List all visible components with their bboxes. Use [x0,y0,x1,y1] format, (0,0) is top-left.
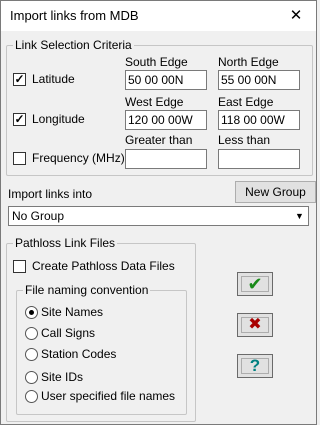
chevron-down-icon[interactable]: ▼ [291,207,308,225]
cancel-button[interactable]: ✖ [237,313,273,337]
dialog-window: Import links from MDB ✕ Link Selection C… [0,0,317,425]
west-edge-label: West Edge [125,95,184,109]
import-into-select[interactable]: No Group ▼ [8,206,309,226]
east-edge-label: East Edge [218,95,274,109]
less-than-label: Less than [218,133,271,147]
x-icon: ✖ [248,316,262,333]
radio-station-codes[interactable] [25,348,38,361]
ok-button[interactable]: ✔ [237,272,273,296]
file-naming-label: File naming convention [23,283,151,297]
site-names-label: Site Names [41,305,104,319]
latitude-label: Latitude [32,72,75,86]
create-pathloss-files-label: Create Pathloss Data Files [32,259,175,273]
radio-site-ids[interactable] [25,371,38,384]
west-edge-field[interactable] [125,110,207,130]
link-selection-criteria-label: Link Selection Criteria [13,38,134,52]
user-specified-label: User specified file names [41,389,176,403]
longitude-label: Longitude [32,112,85,126]
call-signs-label: Call Signs [41,326,96,340]
radio-user-specified[interactable] [25,390,38,403]
frequency-checkbox[interactable] [13,152,26,165]
north-edge-label: North Edge [218,55,279,69]
latitude-check-mark: ✓ [14,72,25,86]
create-pathloss-files-checkbox[interactable] [13,260,26,273]
south-edge-field[interactable] [125,70,207,90]
east-edge-input[interactable] [219,111,299,129]
frequency-label: Frequency (MHz) [32,151,125,165]
latitude-checkbox[interactable]: ✓ [13,72,26,86]
import-into-value: No Group [12,209,65,223]
greater-than-label: Greater than [125,133,193,147]
west-edge-input[interactable] [126,111,206,129]
help-button[interactable]: ? [237,354,273,378]
radio-site-names[interactable] [25,306,38,319]
greater-than-field[interactable] [125,149,207,169]
less-than-field[interactable] [218,149,300,169]
north-edge-input[interactable] [219,71,299,89]
import-into-label: Import links into [8,187,93,201]
new-group-button[interactable]: New Group [235,181,316,203]
station-codes-label: Station Codes [41,347,117,361]
longitude-checkbox[interactable]: ✓ [13,112,26,126]
question-icon: ? [249,356,261,375]
title-bar: Import links from MDB ✕ [1,1,316,31]
longitude-check-mark: ✓ [14,112,25,126]
close-icon[interactable]: ✕ [276,1,316,31]
greater-than-input[interactable] [126,150,206,168]
north-edge-field[interactable] [218,70,300,90]
window-title: Import links from MDB [10,8,139,23]
less-than-input[interactable] [219,150,299,168]
radio-call-signs[interactable] [25,327,38,340]
east-edge-field[interactable] [218,110,300,130]
site-ids-label: Site IDs [41,370,84,384]
radio-selected-dot [29,310,34,315]
checkmark-icon: ✔ [247,274,263,294]
south-edge-input[interactable] [126,71,206,89]
pathloss-link-files-label: Pathloss Link Files [13,236,118,250]
south-edge-label: South Edge [125,55,188,69]
